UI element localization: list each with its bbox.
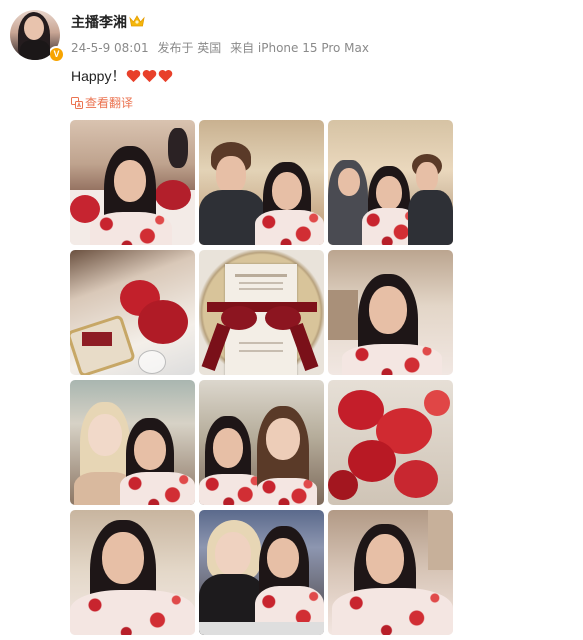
photo-grid bbox=[70, 120, 453, 635]
photo-7[interactable] bbox=[70, 380, 195, 505]
author-name[interactable]: 主播李湘 bbox=[71, 12, 127, 32]
crown-icon bbox=[129, 15, 145, 27]
photo-1[interactable] bbox=[70, 120, 195, 245]
photo-4[interactable] bbox=[70, 250, 195, 375]
photo-8[interactable] bbox=[199, 380, 324, 505]
post-text: Happy！ bbox=[71, 66, 173, 86]
heart-icon bbox=[159, 69, 173, 83]
heart-icon bbox=[127, 69, 141, 83]
post-date[interactable]: 24-5-9 08:01 bbox=[71, 41, 149, 55]
photo-10[interactable] bbox=[70, 510, 195, 635]
post-location: 发布于 英国 bbox=[157, 41, 222, 55]
v-badge-icon: V bbox=[48, 46, 65, 63]
heart-icon bbox=[143, 69, 157, 83]
photo-2[interactable] bbox=[199, 120, 324, 245]
post-body: Happy！ bbox=[71, 68, 126, 84]
photo-5[interactable] bbox=[199, 250, 324, 375]
translate-icon bbox=[71, 96, 83, 109]
photo-3[interactable] bbox=[328, 120, 453, 245]
photo-11[interactable] bbox=[199, 510, 324, 635]
post-meta: 24-5-9 08:01 发布于 英国 来自 iPhone 15 Pro Max bbox=[71, 39, 374, 56]
photo-12[interactable] bbox=[328, 510, 453, 635]
photo-9[interactable] bbox=[328, 380, 453, 505]
translate-label: 查看翻译 bbox=[85, 96, 134, 110]
photo-6[interactable] bbox=[328, 250, 453, 375]
post-device: 来自 iPhone 15 Pro Max bbox=[230, 41, 369, 55]
translate-link[interactable]: 查看翻译 bbox=[71, 94, 133, 111]
